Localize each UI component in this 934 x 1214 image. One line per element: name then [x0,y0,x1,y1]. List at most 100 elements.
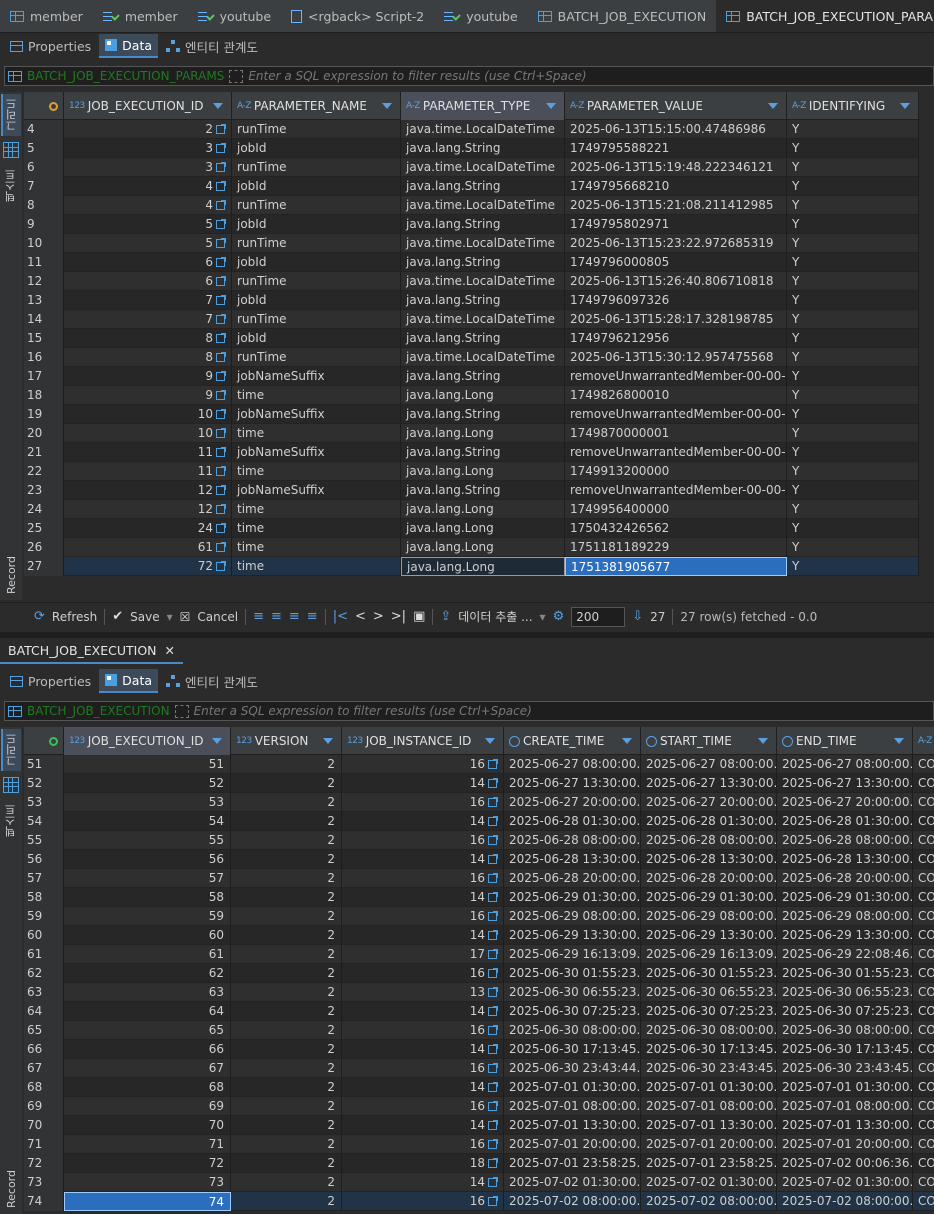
foreign-key-link-icon[interactable] [216,352,226,362]
table-cell[interactable]: CO [913,888,934,907]
table-cell[interactable]: Y [787,348,919,367]
table-cell[interactable]: 16 [342,1135,504,1154]
table-cell[interactable]: java.lang.Long [401,519,565,538]
table-cell[interactable]: 2025-07-01 08:00:00.043 [504,1097,641,1116]
table-cell[interactable]: 14 [342,812,504,831]
filter-input[interactable]: Enter a SQL expression to filter results… [194,704,532,718]
table-cell[interactable]: 73 [64,1173,231,1192]
row-number[interactable]: 9 [24,215,64,234]
table-cell[interactable]: 2025-06-30 06:55:23.903 [777,983,913,1002]
table-cell[interactable]: CO [913,869,934,888]
table-cell[interactable]: time [232,557,401,576]
table-row[interactable]: 61 61 2 17 2025-06-29 16:13:09.292 2025-06-29… [24,945,934,964]
side-tab-record[interactable]: Record [5,556,18,594]
table-cell[interactable]: 2 [231,945,342,964]
table-cell[interactable]: 51 [64,755,231,774]
table-cell[interactable]: CO [913,907,934,926]
table-cell[interactable]: 74 [64,1192,231,1211]
table-cell[interactable]: Y [787,500,919,519]
table-cell[interactable]: 2025-07-02 01:30:00.134 [777,1173,913,1192]
table-cell[interactable]: CO [913,945,934,964]
table-cell[interactable]: CO [913,850,934,869]
table-row[interactable]: 65 65 2 16 2025-06-30 08:00:00.040 2025-06-30… [24,1021,934,1040]
table-row[interactable]: 62 62 2 16 2025-06-30 01:55:23.913 2025-06-30… [24,964,934,983]
table-cell[interactable]: 2 [231,1173,342,1192]
row-number[interactable]: 68 [24,1078,64,1097]
table-cell[interactable]: 59 [64,907,231,926]
table-row[interactable]: 18 9 time java.lang.Long 1749826800010 Y [24,386,919,405]
table-cell[interactable]: 2025-06-13T15:23:22.972685319 [565,234,787,253]
foreign-key-link-icon[interactable] [488,1158,498,1168]
table-cell[interactable]: 2025-06-13T15:19:48.222346121 [565,158,787,177]
first-page-icon[interactable]: |< [333,609,348,624]
foreign-key-link-icon[interactable] [488,1196,498,1206]
table-cell[interactable]: 8 [64,348,232,367]
table-row[interactable]: 64 64 2 14 2025-06-30 07:25:23.888 2025-06-30… [24,1002,934,1021]
table-cell[interactable]: 68 [64,1078,231,1097]
table-cell[interactable]: jobId [232,177,401,196]
table-cell[interactable]: 2025-06-13T15:30:12.957475568 [565,348,787,367]
foreign-key-link-icon[interactable] [488,987,498,997]
table-cell[interactable]: 2025-06-29 13:30:00.037 [504,926,641,945]
row-number[interactable]: 22 [24,462,64,481]
table-cell[interactable]: 53 [64,793,231,812]
table-cell[interactable]: 56 [64,850,231,869]
table-cell[interactable]: java.lang.String [401,481,565,500]
table-cell[interactable]: removeUnwarrantedMember-00-00-007 [565,367,787,386]
table-cell[interactable]: 10 [64,424,232,443]
foreign-key-link-icon[interactable] [488,816,498,826]
table-cell[interactable]: jobId [232,253,401,272]
table-cell[interactable]: 2 [64,120,232,139]
table-cell[interactable]: CO [913,1059,934,1078]
table-cell[interactable]: java.time.LocalDateTime [401,310,565,329]
table-cell[interactable]: java.lang.Long [401,500,565,519]
table-cell[interactable]: 2025-06-30 01:55:23.940 [777,964,913,983]
table-cell[interactable]: java.time.LocalDateTime [401,272,565,291]
table-cell[interactable]: 2025-07-01 01:30:00.072 [641,1078,777,1097]
foreign-key-link-icon[interactable] [488,1120,498,1130]
table-cell[interactable]: 2025-06-30 23:43:44.995 [504,1059,641,1078]
table-cell[interactable]: 2025-06-27 20:00:00.043 [641,793,777,812]
row-number[interactable]: 18 [24,386,64,405]
table-cell[interactable]: 2025-06-29 01:30:00.050 [641,888,777,907]
column-header-job-execution-id[interactable]: 123 JOB_EXECUTION_ID [64,727,231,755]
table-cell[interactable]: 9 [64,386,232,405]
cancel-button[interactable]: Cancel [197,610,238,624]
table-cell[interactable]: time [232,462,401,481]
table-cell[interactable]: CO [913,1021,934,1040]
table-cell[interactable]: 1749795668210 [565,177,787,196]
fetch-all-icon[interactable]: ▣ [413,609,425,624]
next-page-icon[interactable]: > [373,609,384,624]
table-cell[interactable]: java.lang.Long [401,557,565,576]
side-tab-text[interactable]: 텍스트 [1,164,21,208]
save-icon[interactable]: ✔ [112,609,123,624]
table-row[interactable]: 73 73 2 14 2025-07-02 01:30:00.105 2025-07-02… [24,1173,934,1192]
table-cell[interactable]: Y [787,443,919,462]
foreign-key-link-icon[interactable] [216,333,226,343]
table-cell[interactable]: Y [787,196,919,215]
foreign-key-link-icon[interactable] [488,854,498,864]
table-cell[interactable]: 2 [231,869,342,888]
row-number[interactable]: 4 [24,120,64,139]
row-number[interactable]: 5 [24,139,64,158]
row-number[interactable]: 15 [24,329,64,348]
table-cell[interactable]: 2025-06-27 20:00:00.055 [777,793,913,812]
foreign-key-link-icon[interactable] [216,295,226,305]
sort-dropdown-icon[interactable] [546,103,556,109]
table-cell[interactable]: 1749826800010 [565,386,787,405]
table-cell[interactable]: 2 [231,926,342,945]
table-cell[interactable]: CO [913,1078,934,1097]
table-row[interactable]: 4 2 runTime java.time.LocalDateTime 2025-06-… [24,120,919,139]
save-dropdown-icon[interactable]: ▾ [167,610,173,624]
column-header-parameter-name[interactable]: A-Z PARAMETER_NAME [232,92,401,120]
table-cell[interactable]: 16 [342,793,504,812]
table-cell[interactable]: CO [913,812,934,831]
row-number[interactable]: 24 [24,500,64,519]
row-number[interactable]: 73 [24,1173,64,1192]
row-number[interactable]: 54 [24,812,64,831]
row-number[interactable]: 6 [24,158,64,177]
table-cell[interactable]: 5 [64,234,232,253]
foreign-key-link-icon[interactable] [216,219,226,229]
foreign-key-link-icon[interactable] [488,1139,498,1149]
table-cell[interactable]: java.lang.Long [401,424,565,443]
